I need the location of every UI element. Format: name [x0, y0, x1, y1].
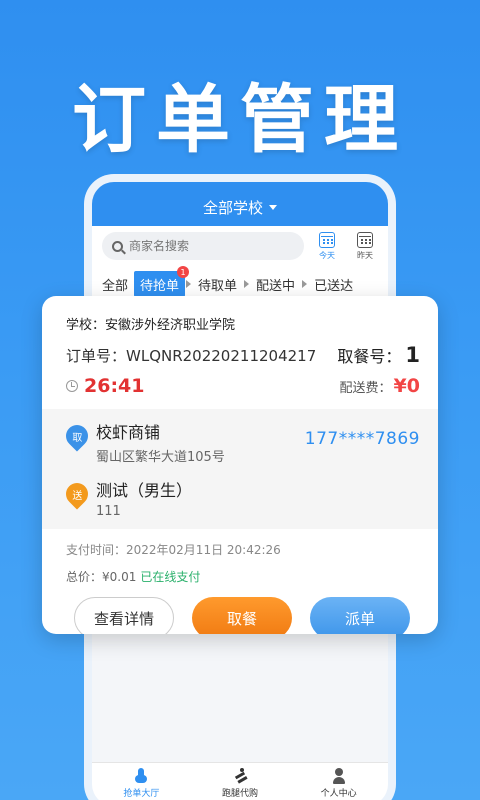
meal-number: 取餐号： 1 — [337, 343, 420, 367]
school-filter-label: 全部学校 — [202, 198, 263, 217]
tab-label: 待抢单 — [140, 278, 180, 294]
countdown-value: 26:41 — [84, 375, 145, 397]
shop-address: 蜀山区繁华大道105号 — [96, 450, 225, 465]
person-icon — [331, 768, 347, 784]
dispatch-button[interactable]: 派单 — [310, 597, 410, 634]
search-input[interactable] — [129, 239, 269, 253]
nav-errand[interactable]: 跑腿代购 — [205, 768, 275, 799]
order-school: 学校：安徽涉外经济职业学院 — [66, 318, 236, 333]
search-icon — [112, 240, 123, 252]
delivery-tag: 送 — [72, 490, 82, 502]
tab-delivered[interactable]: 已送达 — [308, 271, 359, 297]
delivery-fee-value: ¥0 — [393, 375, 420, 397]
count-badge: 1 — [177, 266, 190, 278]
tab-pending-pickup[interactable]: 待取单 — [192, 271, 243, 297]
pickup-tag: 取 — [72, 432, 82, 444]
address-section: 取 校虾商铺 蜀山区繁华大道105号 送 测试（男生） 111 177****7… — [42, 409, 438, 529]
nav-label: 跑腿代购 — [221, 789, 258, 799]
order-number: 订单号：WLQNR20220211204217 — [66, 346, 317, 365]
arrow-right-icon — [186, 280, 192, 288]
date-filter-label: 今天 — [319, 250, 335, 260]
pay-status: 已在线支付 — [140, 570, 201, 584]
total-price-value: 总价：¥0.01 — [66, 570, 137, 584]
nav-profile[interactable]: 个人中心 — [304, 768, 374, 799]
tab-all[interactable]: 全部 — [96, 271, 134, 297]
arrow-right-icon — [244, 280, 250, 288]
meal-number-value: 1 — [405, 343, 420, 367]
meal-number-label: 取餐号： — [337, 347, 402, 366]
promo-title: 订单管理 — [72, 77, 408, 163]
hand-tap-icon — [133, 768, 149, 784]
total-price: 总价：¥0.01 已在线支付 — [42, 558, 438, 585]
customer-address: 111 — [96, 504, 121, 519]
pickup-button[interactable]: 取餐 — [192, 597, 292, 634]
school-filter-dropdown[interactable]: 全部学校 — [92, 182, 388, 226]
delivery-pin-icon: 送 — [61, 478, 93, 510]
customer-name: 测试（男生） — [96, 481, 193, 500]
nav-label: 个人中心 — [320, 789, 357, 799]
search-box[interactable] — [102, 232, 304, 260]
clock-icon — [66, 380, 78, 392]
pickup-pin-icon: 取 — [61, 420, 93, 452]
delivery-fee-label: 配送费： — [339, 381, 392, 396]
runner-icon — [232, 768, 248, 784]
delivery-fee: 配送费： ¥0 — [340, 375, 420, 397]
date-filter-today[interactable]: 今天 — [312, 231, 342, 261]
order-actions: 查看详情 取餐 派单 — [42, 585, 438, 634]
tab-delivering[interactable]: 配送中 — [250, 271, 301, 297]
countdown: 26:41 — [66, 375, 144, 397]
arrow-right-icon — [302, 280, 308, 288]
bottom-nav: 抢单大厅 跑腿代购 个人中心 — [92, 762, 388, 800]
tab-pending-grab[interactable]: 待抢单 1 — [134, 266, 190, 297]
nav-label: 抢单大厅 — [123, 789, 160, 799]
delivery-address: 送 测试（男生） 111 — [61, 477, 420, 519]
calendar-icon — [357, 231, 373, 248]
view-details-button[interactable]: 查看详情 — [74, 597, 174, 634]
phone-number-link[interactable]: 177****7869 — [305, 429, 420, 449]
order-card: 学校：安徽涉外经济职业学院 订单号：WLQNR20220211204217 取餐… — [42, 296, 438, 634]
pay-time: 支付时间：2022年02月11日 20:42:26 — [66, 543, 281, 557]
shop-name: 校虾商铺 — [96, 423, 161, 442]
date-filter-label: 昨天 — [357, 250, 373, 260]
caret-down-icon — [269, 204, 277, 210]
date-filter-yesterday[interactable]: 昨天 — [350, 231, 380, 261]
nav-grab-hall[interactable]: 抢单大厅 — [106, 768, 176, 799]
search-row: 今天 昨天 — [92, 226, 388, 266]
calendar-icon — [319, 231, 335, 248]
